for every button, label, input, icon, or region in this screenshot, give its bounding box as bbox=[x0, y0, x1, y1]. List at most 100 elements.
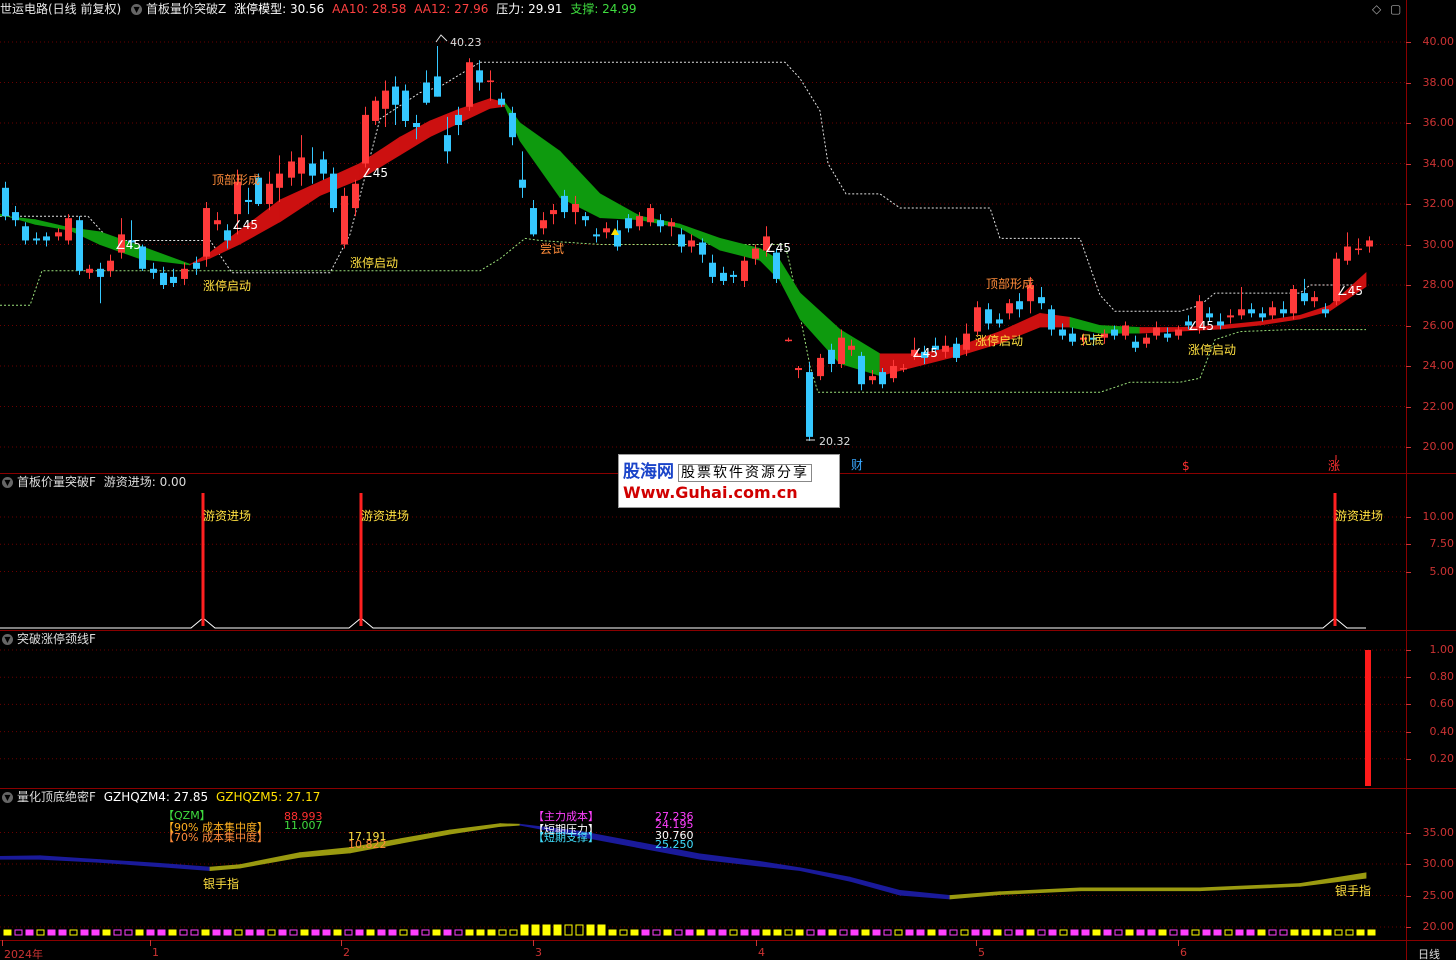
candlestick bbox=[785, 339, 792, 342]
volume-square bbox=[1191, 929, 1200, 936]
volume-square bbox=[597, 924, 606, 936]
volume-square bbox=[707, 929, 716, 936]
volume-square bbox=[839, 929, 848, 936]
candlestick bbox=[858, 355, 865, 385]
limit-up-start-label: 涨停启动 bbox=[975, 333, 1023, 348]
panel4-f1: GZHQZM4: 27.85 bbox=[103, 790, 209, 804]
indicator-name[interactable]: 首板量价突破Z bbox=[146, 2, 226, 16]
price-tick-mark bbox=[1406, 163, 1411, 165]
dropdown-icon[interactable]: ▼ bbox=[2, 634, 13, 645]
volume-square bbox=[586, 924, 595, 936]
candlestick bbox=[1153, 327, 1160, 336]
volume-square bbox=[1092, 929, 1101, 936]
volume-square bbox=[157, 929, 166, 936]
volume-square bbox=[1147, 929, 1156, 936]
candlestick bbox=[1111, 329, 1118, 336]
candlestick bbox=[848, 345, 855, 350]
volume-square bbox=[487, 929, 496, 936]
candlestick bbox=[1143, 337, 1150, 344]
ma-ribbon-segment bbox=[779, 259, 801, 320]
volume-square bbox=[1268, 929, 1277, 936]
volume-square bbox=[652, 929, 661, 936]
short-support-value2: 25.250 bbox=[655, 838, 694, 851]
breakout-bar bbox=[1365, 650, 1371, 786]
volume-square bbox=[377, 929, 386, 936]
cost-band-segment bbox=[799, 867, 851, 882]
panel4-tick-label: 25.00 bbox=[1422, 888, 1455, 902]
limit-up-start-label: 涨停启动 bbox=[350, 255, 398, 270]
candlestick bbox=[33, 238, 40, 241]
volume-square bbox=[333, 929, 342, 936]
volume-square bbox=[322, 929, 331, 936]
cost-band-segment bbox=[39, 855, 101, 863]
pressure-value: 压力: 29.91 bbox=[496, 2, 563, 16]
volume-square bbox=[542, 924, 551, 936]
dropdown-icon[interactable]: ▼ bbox=[2, 477, 13, 488]
short-support-legend: 【短期支撑】 bbox=[533, 830, 599, 844]
ma-ribbon-segment bbox=[1069, 316, 1101, 334]
panel2-tick-mark bbox=[1406, 544, 1411, 546]
candlestick bbox=[900, 368, 907, 370]
panel2-tick-label: 10.00 bbox=[1422, 510, 1455, 523]
candlestick bbox=[720, 272, 727, 281]
panel3-tick-mark bbox=[1406, 704, 1411, 706]
candlestick bbox=[730, 274, 737, 277]
candlestick bbox=[487, 80, 494, 82]
candlestick bbox=[817, 357, 824, 377]
volume-square bbox=[762, 929, 771, 936]
volume-square bbox=[311, 929, 320, 936]
aa12-value: AA12: 27.96 bbox=[414, 2, 489, 16]
volume-square bbox=[949, 929, 958, 936]
candlestick bbox=[890, 366, 897, 379]
volume-square bbox=[1059, 929, 1068, 936]
cost-band-segment bbox=[99, 859, 161, 868]
volume-square bbox=[630, 929, 639, 936]
price-tick-label: 30.00 bbox=[1422, 237, 1455, 251]
price-tick-label: 40.00 bbox=[1422, 35, 1455, 48]
ma-ribbon-segment bbox=[279, 181, 321, 223]
candlestick bbox=[434, 76, 441, 97]
stock-name[interactable]: 世运电路(日线 前复权) bbox=[0, 2, 121, 16]
panel4-tick-label: 35.00 bbox=[1422, 825, 1455, 839]
candlestick bbox=[150, 268, 157, 273]
volume-square bbox=[168, 929, 177, 936]
panel2-tick-mark bbox=[1406, 571, 1411, 573]
volume-square bbox=[476, 929, 485, 936]
dropdown-icon[interactable]: ▼ bbox=[2, 792, 13, 803]
candlestick bbox=[1059, 329, 1066, 336]
price-tick-label: 26.00 bbox=[1422, 318, 1455, 332]
volume-square bbox=[1169, 929, 1178, 936]
restore-window-icon[interactable]: ▢ bbox=[1390, 2, 1401, 16]
main-header: 世运电路(日线 前复权) ▼ 首板量价突破Z 涨停模型: 30.56 AA10: … bbox=[0, 1, 641, 17]
candlestick bbox=[1344, 246, 1351, 261]
volume-square bbox=[1301, 929, 1310, 936]
angle-45-label: ∠45 bbox=[1337, 284, 1363, 298]
candlestick bbox=[309, 163, 316, 176]
volume-square bbox=[751, 929, 760, 936]
volume-square bbox=[212, 929, 221, 936]
cost-band-segment bbox=[759, 861, 801, 871]
aa10-value: AA10: 28.58 bbox=[332, 2, 407, 16]
diamond-icon[interactable]: ◇ bbox=[1372, 2, 1381, 16]
pressure-line bbox=[0, 61, 1366, 312]
candlestick bbox=[1038, 297, 1045, 304]
silver-finger-label: 银手指 bbox=[1335, 883, 1371, 898]
panel3-title[interactable]: 突破涨停颈线F bbox=[17, 632, 96, 646]
price-tick-mark bbox=[1406, 285, 1411, 286]
panel2-title[interactable]: 首板价量突破F bbox=[17, 475, 96, 489]
candlestick bbox=[603, 228, 610, 233]
volume-square bbox=[91, 929, 100, 936]
volume-square bbox=[1026, 929, 1035, 936]
period-label[interactable]: 日线 bbox=[1418, 946, 1440, 960]
panel2-tick-mark bbox=[1406, 517, 1411, 518]
dropdown-icon[interactable]: ▼ bbox=[131, 4, 143, 15]
panel4-title[interactable]: 量化顶底绝密F bbox=[17, 790, 96, 804]
candlestick bbox=[97, 268, 104, 277]
candlestick bbox=[582, 216, 589, 221]
volume-square bbox=[135, 929, 144, 936]
volume-square bbox=[850, 929, 859, 936]
panel3-tick-mark bbox=[1406, 758, 1411, 760]
candlestick bbox=[1238, 309, 1245, 316]
volume-square bbox=[531, 924, 540, 936]
candlestick bbox=[795, 368, 802, 371]
